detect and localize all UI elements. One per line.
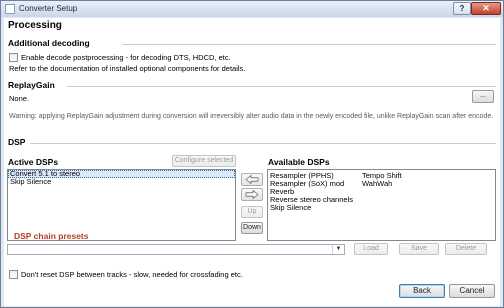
replaygain-warning: Warning: applying ReplayGain adjustment …	[9, 113, 494, 120]
move-up-button[interactable]: Up	[241, 206, 263, 218]
decode-postprocessing-label: Enable decode postprocessing - for decod…	[21, 53, 231, 62]
additional-decoding-divider	[122, 44, 496, 45]
available-dsp-item[interactable]: Skip Silence	[270, 203, 311, 212]
preset-combobox[interactable]: ▼	[7, 244, 345, 255]
chevron-down-icon[interactable]: ▼	[332, 245, 344, 254]
dialog-content: Processing Additional decoding Enable de…	[4, 18, 500, 306]
available-dsps-list[interactable]: Resampler (PPHS) Resampler (SoX) mod Rev…	[267, 169, 496, 241]
replaygain-value: None.	[9, 94, 30, 103]
load-preset-button[interactable]: Load	[354, 243, 388, 255]
delete-preset-button[interactable]: Delete	[445, 243, 487, 255]
dont-reset-dsp-label: Don't reset DSP between tracks - slow, n…	[21, 270, 243, 279]
active-dsp-item[interactable]: Skip Silence	[8, 178, 235, 186]
active-dsps-heading: Active DSPs	[8, 157, 59, 167]
right-arrow-icon	[245, 190, 259, 199]
available-dsp-item[interactable]: WahWah	[362, 179, 392, 188]
back-button[interactable]: Back	[399, 284, 445, 298]
converter-setup-window: Converter Setup ? ✕ Processing Additiona…	[0, 0, 504, 308]
move-down-button[interactable]: Down	[241, 222, 263, 234]
replaygain-heading: ReplayGain	[8, 80, 55, 90]
cancel-button[interactable]: Cancel	[449, 284, 495, 298]
additional-decoding-heading: Additional decoding	[8, 38, 90, 48]
app-icon	[5, 4, 15, 14]
save-preset-button[interactable]: Save	[399, 243, 439, 255]
replaygain-divider	[67, 86, 496, 87]
close-button[interactable]: ✕	[471, 2, 501, 15]
remove-dsp-button[interactable]	[241, 188, 263, 201]
dont-reset-dsp-checkbox[interactable]	[9, 270, 18, 279]
decode-note: Refer to the documentation of installed …	[9, 64, 246, 73]
dsp-heading: DSP	[8, 137, 26, 147]
configure-selected-button[interactable]: Configure selected	[172, 155, 236, 167]
help-button[interactable]: ?	[453, 2, 471, 15]
left-arrow-icon	[245, 175, 259, 184]
available-dsps-heading: Available DSPs	[268, 157, 330, 167]
replaygain-browse-button[interactable]: ...	[472, 90, 494, 103]
add-dsp-button[interactable]	[241, 173, 263, 186]
title-bar[interactable]: Converter Setup ? ✕	[1, 1, 503, 17]
window-title: Converter Setup	[19, 4, 78, 13]
dsp-divider	[30, 143, 496, 144]
dsp-chain-presets-heading: DSP chain presets	[14, 231, 89, 241]
page-title: Processing	[8, 20, 62, 31]
decode-postprocessing-checkbox[interactable]	[9, 53, 18, 62]
